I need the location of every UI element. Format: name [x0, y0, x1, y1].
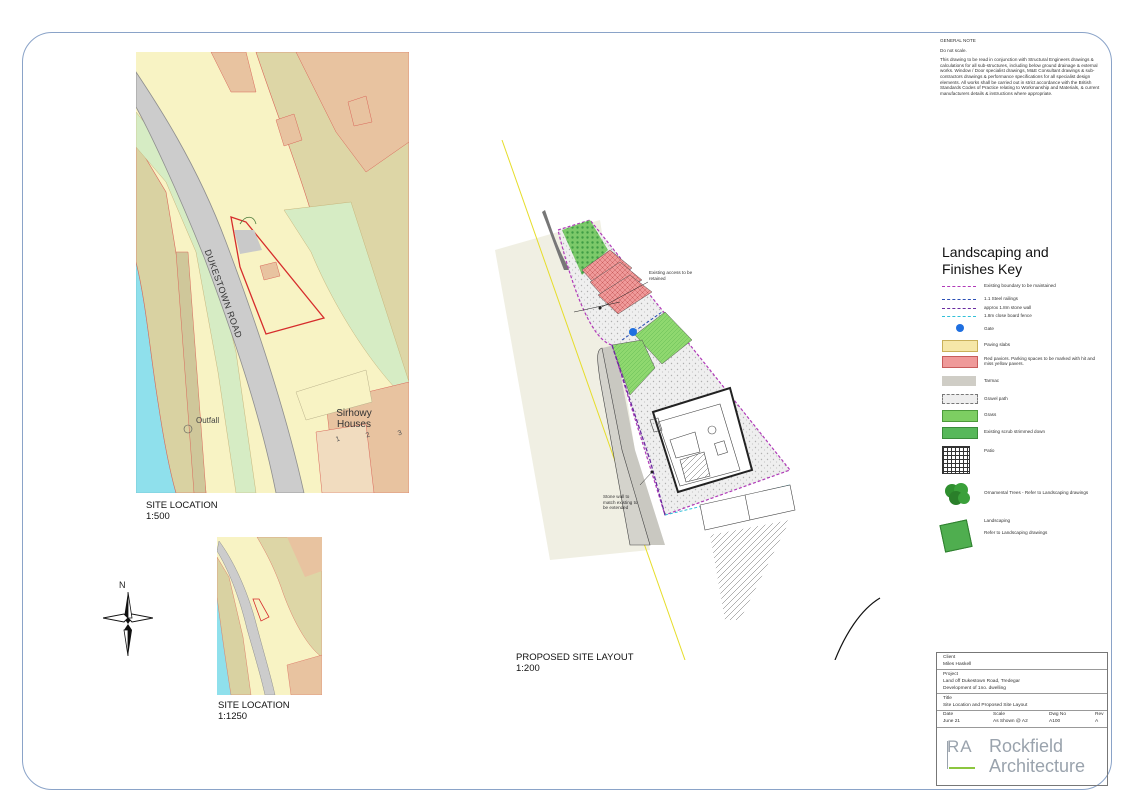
drawing-date: June 21	[943, 719, 961, 724]
key-item-landscaping: Landscaping Refer to Landscaping drawing…	[939, 518, 1112, 553]
general-note: GENERAL NOTE Do not scale. This drawing …	[940, 38, 1108, 96]
key-item-gravel: Gravel path	[942, 394, 1112, 408]
map2-caption: SITE LOCATION	[218, 700, 290, 711]
patio-swatch	[942, 446, 970, 474]
layout-scale: 1:200	[516, 663, 540, 674]
client-name: Miles Haskell	[943, 662, 972, 667]
gravel-swatch	[942, 394, 978, 404]
key-item-tarmac: Tarmac	[942, 376, 1112, 390]
ornamental-tree-icon	[942, 482, 972, 506]
key-item-grass: Grass	[942, 410, 1112, 424]
paving-swatch	[942, 340, 978, 352]
railings-line-icon	[942, 299, 976, 300]
rockfield-logo-mark: RA	[945, 737, 981, 773]
proposed-site-layout-graphic	[495, 140, 881, 660]
general-note-line1: Do not scale.	[940, 47, 967, 53]
boundary-line-icon	[942, 286, 976, 287]
site-map-1250-graphic	[217, 537, 322, 695]
gate-dot-icon	[956, 324, 964, 332]
drawing-number: A100	[1049, 719, 1061, 724]
outfall-label: Outfall	[196, 416, 220, 425]
key-item-scrub: Existing scrub strimmed down	[942, 427, 1112, 443]
general-note-body: This drawing to be read in conjunction w…	[940, 57, 1100, 96]
drawing-revision: A	[1095, 719, 1099, 724]
key-item-trees: Ornamental Trees - Refer to Landscaping …	[942, 482, 1112, 506]
key-item-boundary: Existing boundary to be maintained	[942, 283, 1112, 297]
logo-name-line2: Architecture	[989, 756, 1086, 776]
key-item-paving: Paving slabs	[942, 340, 1112, 354]
stone-wall-line-icon	[942, 308, 976, 309]
site-location-map-1250	[217, 537, 322, 695]
key-title-line1: Landscaping and	[942, 244, 1049, 260]
map2-scale: 1:1250	[218, 711, 248, 722]
note-stone-wall: Stone wall to match existing to be exten…	[603, 494, 638, 511]
fence-line-icon	[942, 316, 976, 317]
landscaping-swatch	[939, 519, 973, 553]
houses-label: Sirhowy Houses	[336, 408, 372, 430]
red-paviors-swatch	[942, 356, 978, 368]
map1-caption: SITE LOCATION	[146, 500, 218, 511]
north-label: N	[119, 580, 126, 590]
north-arrow-icon	[103, 592, 153, 656]
project-line1: Land off Dukestown Road, Tredegar	[943, 679, 1020, 684]
layout-caption: PROPOSED SITE LAYOUT	[516, 652, 634, 663]
general-note-heading: GENERAL NOTE	[940, 38, 976, 43]
scrub-swatch	[942, 427, 978, 439]
map1-scale: 1:500	[146, 511, 170, 522]
key-item-red-paviors: Red paviors. Parking spaces to be marked…	[942, 356, 1112, 372]
grass-swatch	[942, 410, 978, 422]
key-item-patio: Patio	[942, 446, 1112, 476]
project-line2: Development of 1no. dwelling	[943, 686, 1006, 691]
tarmac-swatch	[942, 376, 976, 386]
key-title-line2: Finishes Key	[942, 261, 1023, 277]
drawing-title: Site Location and Proposed Site Layout	[943, 703, 1028, 708]
title-block: Client Miles Haskell Project Land off Du…	[936, 652, 1108, 786]
drawing-scale: As Shown @ A2	[993, 719, 1028, 724]
site-location-map-500: DUKESTOWN ROAD Outfall Sirhowy Houses 1 …	[136, 52, 409, 493]
note-existing-access: Existing access to be retained	[649, 270, 693, 281]
logo-name-line1: Rockfield	[989, 736, 1064, 756]
key-item-gate: Gate	[942, 324, 1112, 338]
